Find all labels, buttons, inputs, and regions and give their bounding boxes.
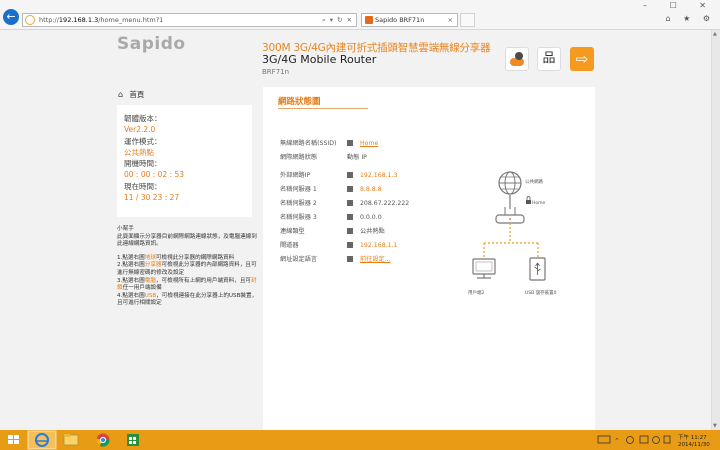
panel-title: 網路狀態圖 — [278, 97, 321, 107]
browser-tab[interactable]: Sapido BRF71n × — [361, 13, 458, 27]
current-time-label: 現在時間： — [124, 181, 162, 191]
svg-text:⌃: ⌃ — [614, 437, 620, 445]
help-intro: 此頁面顯示分享器目前網際網路連線狀態，及電腦連線到此連線網路資訊。 — [117, 233, 257, 248]
ssid-link[interactable]: Home — [360, 140, 378, 147]
usb-storage-icon[interactable] — [529, 257, 546, 281]
home-label: 首頁 — [129, 90, 145, 99]
address-controls[interactable]: ⌕ ▾ ↻ ✕ — [322, 14, 353, 26]
help-item-4: 4.點選右圖USB，可檢視連接在此分享器上的USB裝置，且可進行相關設定 — [117, 292, 258, 307]
chrome-icon[interactable] — [96, 433, 110, 447]
router-page: Sapido 300M 3G/4G內建可折式插頭智慧雲端無線分享器 3G/4G … — [0, 30, 711, 435]
current-time-value: 11 / 30 23 : 27 — [124, 193, 180, 203]
internet-globe-icon[interactable] — [498, 171, 522, 195]
usb-label: USB 儲存裝置0 — [525, 289, 557, 296]
cloud-service-icon[interactable] — [505, 47, 529, 71]
address-bar[interactable]: http://192.168.1.3/home_menu.htm?1 ⌕ ▾ ↻… — [22, 13, 357, 27]
status-row-wan-ip: 外部網路IP 192.168.1.3 — [280, 172, 398, 179]
title-underline — [278, 108, 368, 109]
status-row-ssid: 無線網路名稱(SSID) Home — [280, 140, 379, 147]
product-title-en: 3G/4G Mobile Router — [262, 53, 377, 66]
help-item-3: 3.點選右圖電腦，可檢視所有上網的用戶端資料，且可封鎖任一用戶端設備 — [117, 277, 257, 292]
help-title: 小幫手 — [117, 226, 134, 232]
status-row-conn-type: 連線類型 公共熱點 — [280, 228, 385, 235]
clock-date: 2014/11/30 — [678, 442, 710, 448]
firmware-label: 韌體版本： — [124, 114, 162, 123]
status-row-wan-type: 網際網路狀態 動態 IP — [280, 154, 367, 161]
mode-value: 公共熱點 — [124, 147, 154, 157]
new-tab-button[interactable] — [460, 13, 475, 27]
client-computer-icon[interactable] — [472, 258, 496, 279]
uptime-value: 00 : 00 : 02 : 53 — [124, 170, 185, 180]
help-panel: 小幫手 此頁面顯示分享器目前網際網路連線狀態，及電腦連線到此連線網路資訊。 1.… — [117, 226, 259, 308]
clock-time: 下午 11:27 — [678, 433, 707, 441]
back-arrow-icon[interactable]: ← — [3, 9, 19, 25]
status-row-dns1: 名稱伺服器 1 8.8.8.8 — [280, 186, 382, 193]
browser-chrome: ← http://192.168.1.3/home_menu.htm?1 ⌕ ▾… — [0, 0, 720, 30]
system-info-box: 韌體版本： Ver2.2.0 運作模式： 公共熱點 開機時間： 00 : 00 … — [117, 105, 252, 217]
network-diagram: 公共網路 Home 用戶端2 USB 儲存裝置0 — [468, 171, 557, 296]
home-link[interactable]: ⌂ 首頁 — [118, 89, 144, 100]
internet-label: 公共網路 — [525, 178, 543, 185]
uptime-label: 開機時間： — [124, 159, 162, 169]
tab-title: Sapido BRF71n — [375, 16, 425, 24]
url-text: http://192.168.1.3/home_menu.htm?1 — [39, 16, 164, 24]
store-icon[interactable] — [127, 434, 139, 446]
page-scrollbar[interactable]: ▲ ▼ — [711, 30, 720, 430]
status-row-gateway: 閘道器 192.168.1.1 — [280, 242, 398, 249]
lan-links — [483, 223, 539, 257]
network-icon[interactable]: 品 — [537, 47, 561, 71]
scroll-down-icon[interactable]: ▼ — [713, 423, 717, 429]
file-explorer-icon[interactable] — [63, 434, 79, 446]
client-label: 用戶端2 — [468, 289, 484, 296]
router-icon[interactable] — [495, 207, 525, 224]
sapido-logo: Sapido — [117, 34, 186, 54]
go-settings-link[interactable]: 前往設定... — [360, 256, 391, 263]
product-model: BRF71n — [262, 68, 290, 76]
status-row-settings: 網址設定語言 前往設定... — [280, 256, 391, 263]
status-row-dns3: 名稱伺服器 3 0.0.0.0 — [280, 214, 382, 221]
tab-close-icon[interactable]: × — [448, 14, 453, 26]
firmware-value: Ver2.2.0 — [124, 125, 156, 135]
status-row-dns2: 名稱伺服器 2 208.67.222.222 — [280, 200, 410, 207]
help-item-2: 2.點選右圖分享器可檢視此分享器的內部網路資料，且可進行無線密碼的修改及設定 — [117, 262, 257, 276]
lock-icon — [526, 196, 531, 204]
browser-tools-icons[interactable]: ⌂ ★ ⚙ — [665, 14, 715, 23]
network-status-panel: 網路狀態圖 無線網路名稱(SSID) Home 網際網路狀態 動態 IP 外部網路I… — [263, 87, 595, 435]
logout-arrow-icon[interactable]: ⇨ — [570, 47, 594, 71]
mode-label: 運作模式： — [124, 136, 162, 146]
window-controls[interactable]: – ☐ ✕ — [643, 1, 716, 10]
router-ssid-label: Home — [532, 200, 546, 206]
sapido-favicon-icon — [365, 16, 373, 24]
home-icon: ⌂ — [118, 90, 124, 99]
taskbar: ⌃ 下午 11:27 2014/11/30 — [0, 430, 720, 450]
scroll-up-icon[interactable]: ▲ — [713, 31, 717, 37]
ie-page-icon — [25, 15, 35, 25]
